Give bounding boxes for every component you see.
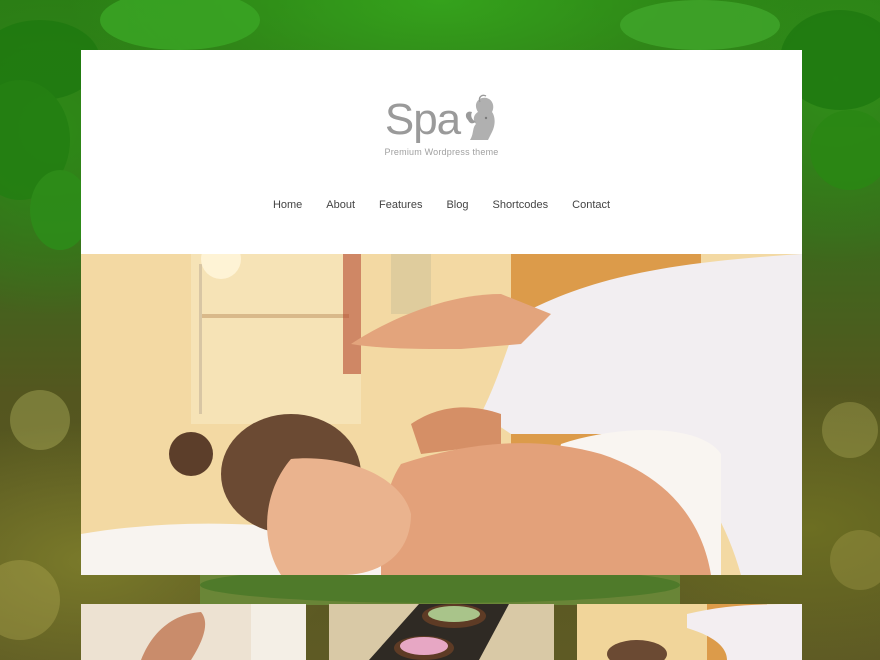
nav-item-contact[interactable]: Contact [560,199,622,211]
nav-item-about[interactable]: About [314,199,367,211]
site-logo[interactable]: Spa Premium Wordpress theme [81,94,802,157]
logo-word: Spa [384,95,461,144]
logo-mark: Spa [385,94,498,142]
nav-item-shortcodes[interactable]: Shortcodes [480,199,560,211]
massage-scene-image [81,254,802,575]
thumbnail-hands-image [81,604,306,660]
hero-slider-image[interactable] [81,254,802,575]
thumbnail-1[interactable] [81,604,306,660]
thumbnail-3[interactable] [577,604,802,660]
page-container: Spa Premium Wordpress theme Home About F… [81,50,802,660]
thumbnail-strip [81,604,802,660]
woman-face-logo-icon [466,94,495,140]
nav-item-blog[interactable]: Blog [434,199,480,211]
thumbnail-2[interactable] [329,604,554,660]
thumbnail-bowls-image [329,604,554,660]
main-navigation: Home About Features Blog Shortcodes Cont… [81,199,802,211]
nav-item-home[interactable]: Home [261,199,314,211]
nav-item-features[interactable]: Features [367,199,434,211]
thumbnail-massage-image [577,604,802,660]
logo-tagline: Premium Wordpress theme [384,147,499,157]
site-header: Spa Premium Wordpress theme Home About F… [81,50,802,254]
